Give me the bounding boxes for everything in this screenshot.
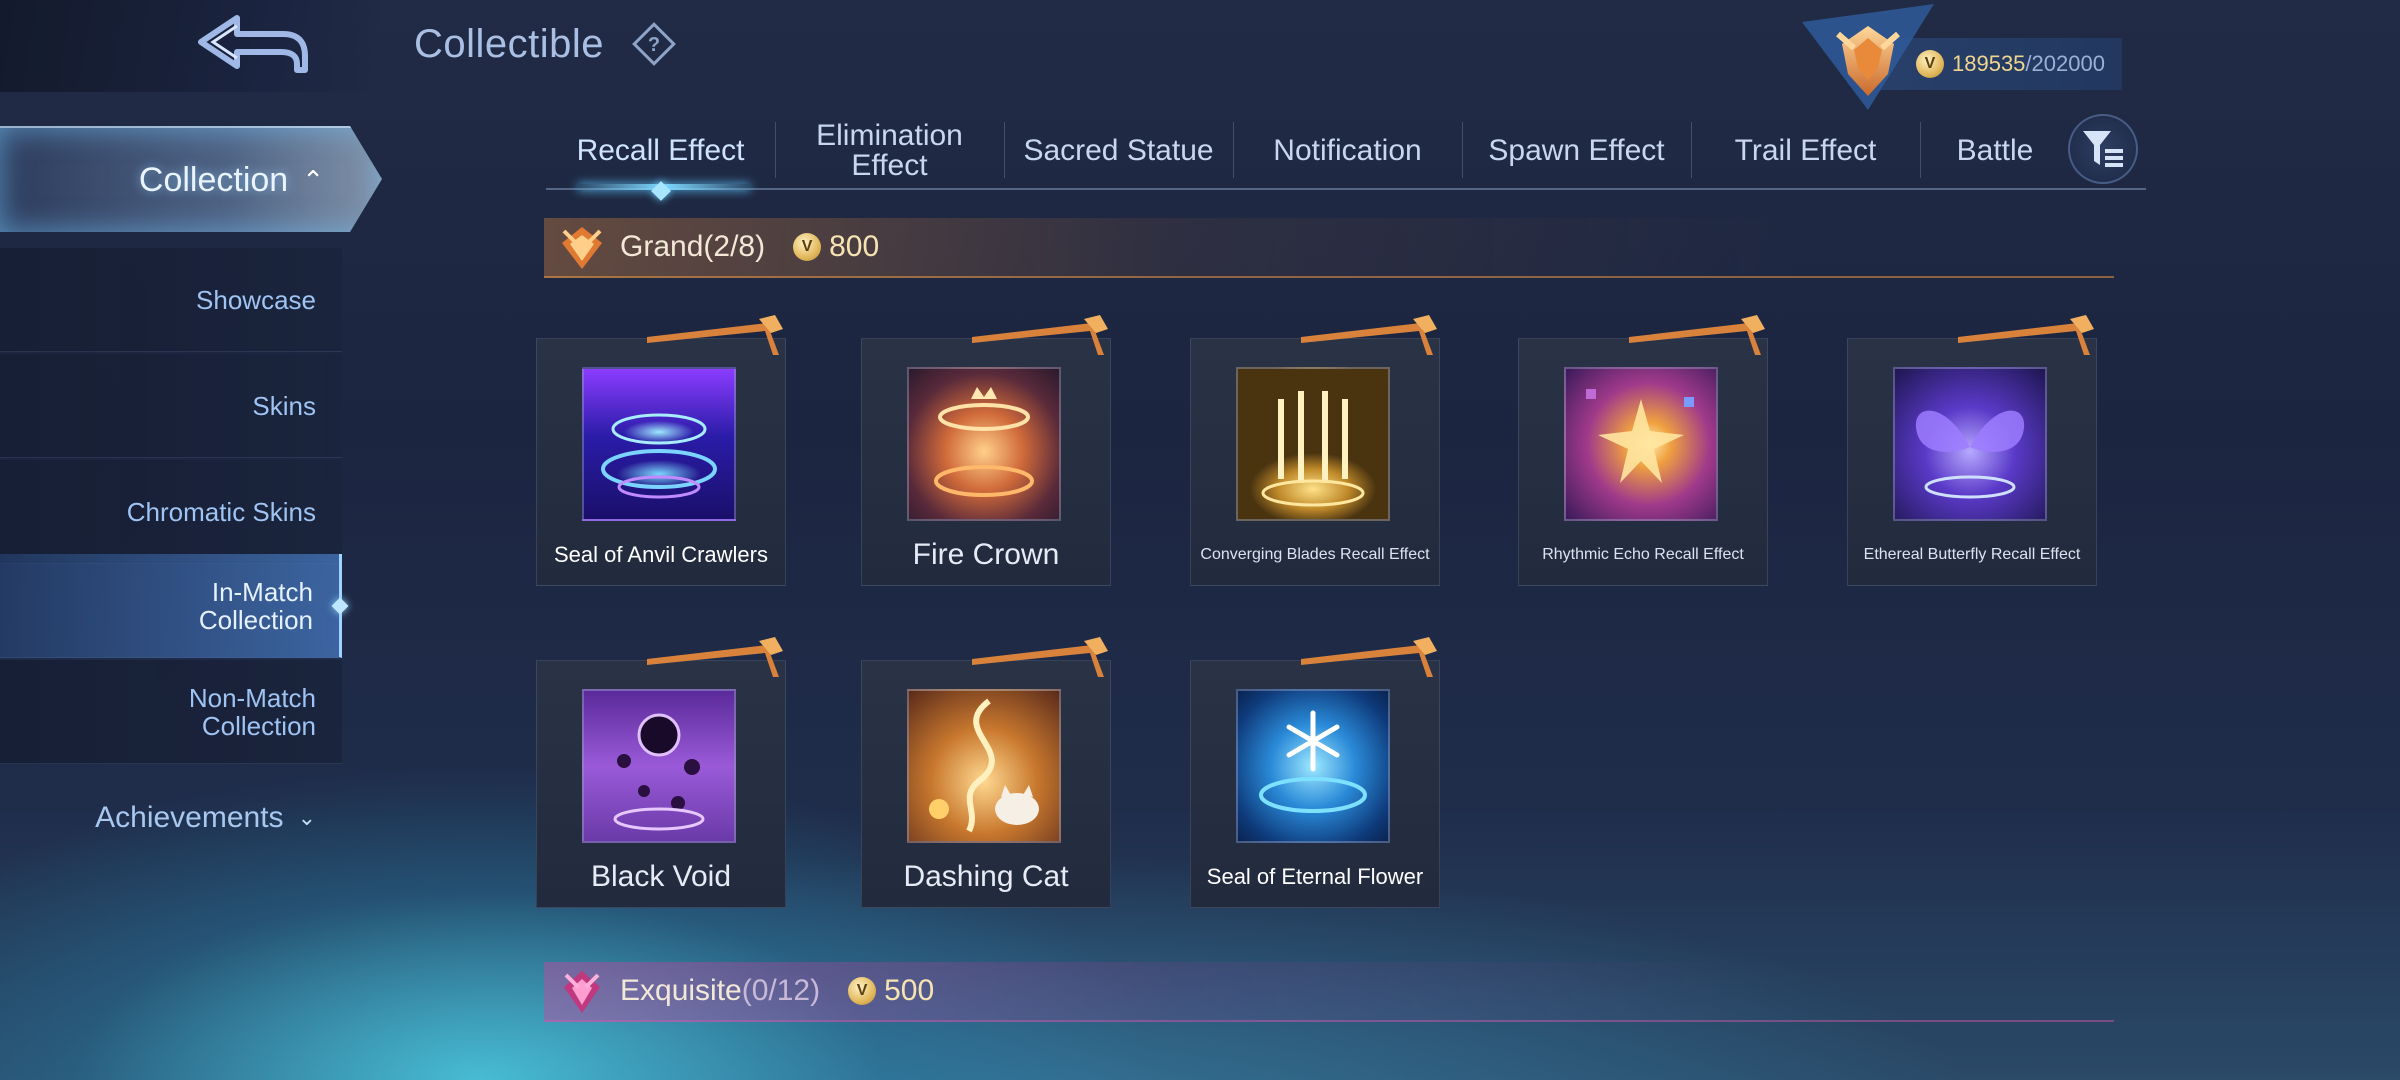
tab-elimination-effect[interactable]: Elimination Effect bbox=[775, 114, 1004, 188]
tab-label: Recall Effect bbox=[576, 134, 745, 167]
tab-notification[interactable]: Notification bbox=[1233, 114, 1462, 188]
filter-icon bbox=[2083, 131, 2123, 167]
page-title: Collectible bbox=[414, 22, 605, 66]
sidebar-item-chromatic-skins[interactable]: Chromatic Skins bbox=[0, 460, 342, 564]
sidebar-collection-header[interactable]: Collection ⌃ bbox=[0, 126, 382, 232]
sidebar-item-label: Showcase bbox=[196, 284, 316, 315]
grand-ribbon-icon bbox=[647, 637, 783, 677]
exquisite-tier-count: (0/12) bbox=[741, 974, 821, 1007]
grand-section-header: Grand (2/8) V 800 bbox=[544, 218, 2114, 278]
grand-ribbon-icon bbox=[1629, 315, 1765, 355]
tab-spawn-effect[interactable]: Spawn Effect bbox=[1462, 114, 1691, 188]
collectible-card[interactable]: Seal of Eternal Flower bbox=[1190, 637, 1440, 908]
tab-battle[interactable]: Battle bbox=[1920, 114, 2070, 188]
tab-label: Sacred Statue bbox=[1023, 134, 1214, 167]
item-name: Dashing Cat bbox=[903, 860, 1069, 894]
achievements-label: Achievements bbox=[95, 801, 284, 834]
active-indicator bbox=[331, 597, 349, 615]
grand-ribbon-icon bbox=[1301, 315, 1437, 355]
item-name: Seal of Eternal Flower bbox=[1206, 864, 1424, 890]
grand-tier-count: (2/8) bbox=[703, 230, 766, 263]
tab-label: Elimination Effect bbox=[816, 119, 963, 182]
back-button[interactable] bbox=[188, 6, 318, 86]
item-thumbnail bbox=[907, 689, 1061, 843]
sidebar-item-label: Chromatic Skins bbox=[126, 496, 316, 527]
grand-ribbon-icon bbox=[1958, 315, 2094, 355]
item-name: Rhythmic Echo Recall Effect bbox=[1542, 545, 1744, 563]
exquisite-tier-name: Exquisite bbox=[620, 974, 742, 1007]
tab-label: Spawn Effect bbox=[1488, 134, 1665, 167]
collectible-card[interactable]: Black Void bbox=[536, 637, 786, 908]
sidebar-item-non-match-collection[interactable]: Non-Match Collection bbox=[0, 660, 342, 764]
item-thumbnail bbox=[1893, 367, 2047, 521]
item-thumbnail bbox=[582, 689, 736, 843]
collectible-card[interactable]: Dashing Cat bbox=[861, 637, 1111, 908]
sidebar-item-skins[interactable]: Skins bbox=[0, 354, 342, 458]
tab-trail-effect[interactable]: Trail Effect bbox=[1691, 114, 1920, 188]
tab-label: Battle bbox=[1956, 134, 2034, 167]
collectible-card[interactable]: Rhythmic Echo Recall Effect bbox=[1518, 315, 1768, 586]
tab-recall-effect[interactable]: Recall Effect bbox=[546, 114, 775, 201]
item-thumbnail bbox=[582, 367, 736, 521]
rank-emblem-icon[interactable] bbox=[1798, 4, 1938, 114]
sidebar-item-in-match-collection[interactable]: In-Match Collection bbox=[0, 554, 349, 658]
exquisite-tier-price: 500 bbox=[884, 974, 935, 1007]
points-total: 202000 bbox=[2031, 51, 2105, 76]
chevron-up-icon: ⌃ bbox=[302, 164, 324, 195]
collectible-card[interactable]: Converging Blades Recall Effect bbox=[1190, 315, 1440, 586]
grand-tier-price: 800 bbox=[829, 230, 880, 263]
item-thumbnail bbox=[907, 367, 1061, 521]
sidebar: Collection ⌃ Showcase Skins Chromatic Sk… bbox=[0, 120, 400, 840]
item-thumbnail bbox=[1236, 367, 1390, 521]
grand-ribbon-icon bbox=[1301, 637, 1437, 677]
grand-ribbon-icon bbox=[972, 637, 1108, 677]
item-name: Seal of Anvil Crawlers bbox=[554, 542, 768, 568]
collection-label: Collection bbox=[138, 160, 289, 199]
filter-button[interactable] bbox=[2068, 114, 2138, 184]
sidebar-achievements[interactable]: Achievements ⌄ bbox=[0, 788, 342, 848]
collectible-card[interactable]: Seal of Anvil Crawlers bbox=[536, 315, 786, 586]
exquisite-tier-icon bbox=[564, 971, 600, 1013]
item-name: Converging Blades Recall Effect bbox=[1200, 545, 1430, 563]
collectible-card[interactable]: Ethereal Butterfly Recall Effect bbox=[1847, 315, 2097, 586]
grand-tier-icon bbox=[562, 227, 602, 269]
points-current: 189535 bbox=[1952, 51, 2026, 76]
item-name: Black Void bbox=[590, 860, 732, 894]
sidebar-item-label: Skins bbox=[252, 390, 316, 421]
sidebar-item-showcase[interactable]: Showcase bbox=[0, 248, 342, 352]
item-name: Ethereal Butterfly Recall Effect bbox=[1863, 545, 2081, 563]
grand-ribbon-icon bbox=[972, 315, 1108, 355]
back-arrow-icon bbox=[198, 15, 308, 73]
item-name: Fire Crown bbox=[912, 538, 1060, 572]
top-bar: Collectible ? V 189535 / 202000 bbox=[0, 0, 2400, 110]
coin-icon: V bbox=[793, 233, 822, 261]
category-tabs: Recall Effect Elimination Effect Sacred … bbox=[546, 114, 2146, 201]
question-diamond-icon[interactable]: ? bbox=[630, 20, 678, 68]
item-thumbnail bbox=[1564, 367, 1718, 521]
grand-ribbon-icon bbox=[647, 315, 783, 355]
tab-sacred-statue[interactable]: Sacred Statue bbox=[1004, 114, 1233, 188]
exquisite-section-header: Exquisite (0/12) V 500 bbox=[544, 962, 2114, 1022]
coin-icon: V bbox=[848, 977, 877, 1005]
sidebar-item-label: Non-Match Collection bbox=[188, 682, 316, 741]
item-thumbnail bbox=[1236, 689, 1390, 843]
collectible-card[interactable]: Fire Crown bbox=[861, 315, 1111, 586]
sidebar-item-label: In-Match Collection bbox=[198, 576, 313, 635]
grand-tier-name: Grand bbox=[620, 230, 704, 263]
tab-label: Trail Effect bbox=[1734, 134, 1877, 167]
svg-text:?: ? bbox=[648, 34, 660, 56]
tab-label: Notification bbox=[1273, 134, 1422, 167]
chevron-down-icon: ⌄ bbox=[297, 805, 316, 830]
